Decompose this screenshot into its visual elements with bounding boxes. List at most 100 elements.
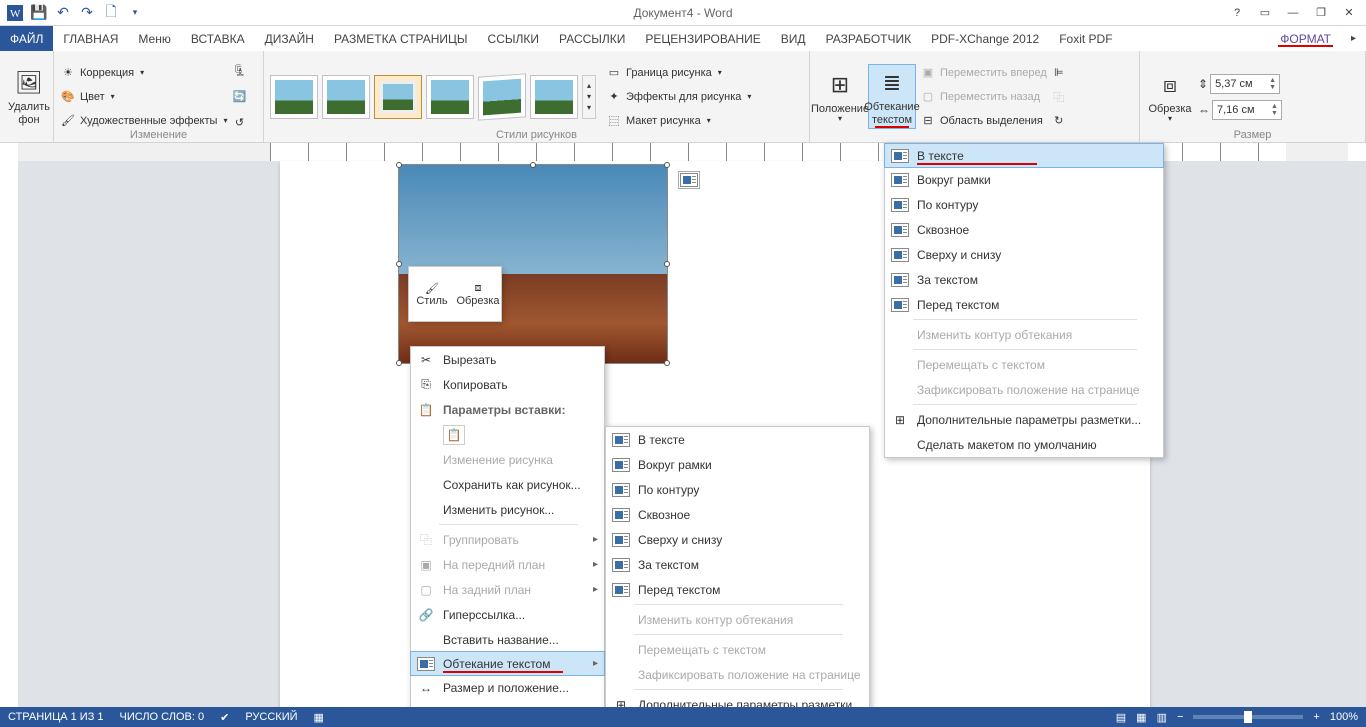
zoom-out-icon[interactable]: − xyxy=(1177,711,1183,723)
ribbon-wrap-square[interactable]: Вокруг рамки xyxy=(885,167,1163,192)
position-button[interactable]: ⊞ Положение ▾ xyxy=(816,67,864,126)
status-page[interactable]: СТРАНИЦА 1 ИЗ 1 xyxy=(8,711,104,723)
tab-review[interactable]: РЕЦЕНЗИРОВАНИЕ xyxy=(635,26,770,51)
picture-style-6[interactable] xyxy=(530,75,578,119)
vertical-ruler[interactable] xyxy=(0,161,18,708)
corrections-button[interactable]: ☀Коррекция▾ xyxy=(60,62,227,84)
bring-forward-button[interactable]: ▣Переместить вперед xyxy=(920,62,1047,84)
styles-more-icon[interactable]: ▾ xyxy=(587,103,591,112)
status-macro-icon[interactable]: ▦ xyxy=(314,711,324,724)
tab-home[interactable]: ГЛАВНАЯ xyxy=(53,26,128,51)
word-app-icon[interactable]: W xyxy=(4,2,26,24)
group-button[interactable]: ⿻ xyxy=(1051,86,1067,108)
spin-up-icon[interactable]: ▲ xyxy=(1265,77,1279,84)
wrap-text-button[interactable]: ≣ Обтекание текстом xyxy=(868,64,916,128)
zoom-in-icon[interactable]: + xyxy=(1313,711,1319,723)
ctx-save_pic[interactable]: Сохранить как рисунок... xyxy=(411,472,604,497)
submenu-arrow-icon: ▸ xyxy=(593,559,598,570)
tab-pdf-xchange[interactable]: PDF-XChange 2012 xyxy=(921,26,1049,51)
ribbon-wrap-behind[interactable]: За текстом xyxy=(885,267,1163,292)
undo-icon[interactable]: ↶ xyxy=(52,2,74,24)
selection-pane-button[interactable]: ⊟Область выделения xyxy=(920,110,1047,132)
color-button[interactable]: 🎨Цвет▾ xyxy=(60,86,227,108)
crop-button[interactable]: ⧈ Обрезка ▾ xyxy=(1146,67,1194,126)
tab-format[interactable]: ФОРМАТ xyxy=(1270,26,1341,51)
redo-icon[interactable]: ↷ xyxy=(76,2,98,24)
view-web-icon[interactable]: ▥ xyxy=(1157,711,1167,724)
tab-overflow-icon[interactable]: ▸ xyxy=(1341,26,1366,51)
view-read-icon[interactable]: ▤ xyxy=(1116,711,1126,724)
wrap-sub-front[interactable]: Перед текстом xyxy=(606,577,869,602)
tab-foxit[interactable]: Foxit PDF xyxy=(1049,26,1122,51)
wrap-sub-topbot[interactable]: Сверху и снизу xyxy=(606,527,869,552)
tab-insert[interactable]: ВСТАВКА xyxy=(181,26,255,51)
ctx-cut[interactable]: ✂Вырезать xyxy=(411,347,604,372)
wrap-sub-through[interactable]: Сквозное xyxy=(606,502,869,527)
tab-mailings[interactable]: РАССЫЛКИ xyxy=(549,26,635,51)
ribbon-wrap-default[interactable]: Сделать макетом по умолчанию xyxy=(885,432,1163,457)
rotate-button[interactable]: ↻ xyxy=(1051,110,1067,132)
remove-background-button[interactable]: 🖼 Удалить фон xyxy=(6,65,52,127)
save-icon[interactable]: 💾 xyxy=(28,2,50,24)
ctx-sizepos[interactable]: ↔Размер и положение... xyxy=(411,675,604,700)
mini-style-button[interactable]: 🖌Стиль xyxy=(409,267,455,321)
send-backward-button[interactable]: ▢Переместить назад xyxy=(920,86,1047,108)
ctx-edit_pic[interactable]: Изменить рисунок... xyxy=(411,497,604,522)
ribbon-wrap-more[interactable]: ⊞Дополнительные параметры разметки... xyxy=(885,407,1163,432)
change-picture-button[interactable]: 🔄 xyxy=(231,86,247,108)
view-print-icon[interactable]: ▦ xyxy=(1136,711,1146,724)
spin-down-icon[interactable]: ▼ xyxy=(1267,110,1281,117)
picture-style-2[interactable] xyxy=(322,75,370,119)
zoom-level[interactable]: 100% xyxy=(1330,711,1358,723)
paste-option-icon[interactable]: 📋 xyxy=(411,422,604,447)
styles-scroll-up-icon[interactable]: ▴ xyxy=(587,81,591,90)
tab-developer[interactable]: РАЗРАБОТЧИК xyxy=(816,26,922,51)
tab-menu[interactable]: Меню xyxy=(128,26,180,51)
close-icon[interactable]: ✕ xyxy=(1336,2,1362,24)
spin-down-icon[interactable]: ▼ xyxy=(1265,84,1279,91)
qat-customize-icon[interactable]: ▾ xyxy=(124,2,146,24)
compress-button[interactable]: 🗜 xyxy=(231,60,247,82)
ribbon-wrap-tight[interactable]: По контуру xyxy=(885,192,1163,217)
picture-style-5[interactable] xyxy=(478,73,526,120)
height-input[interactable]: 5,37 см▲▼ xyxy=(1210,74,1280,94)
picture-border-button[interactable]: ▭Граница рисунка▾ xyxy=(606,62,751,84)
styles-scroll-down-icon[interactable]: ▾ xyxy=(587,92,591,101)
tab-design[interactable]: ДИЗАЙН xyxy=(255,26,324,51)
help-icon[interactable]: ? xyxy=(1224,2,1250,24)
selected-picture[interactable] xyxy=(398,164,668,364)
tab-references[interactable]: ССЫЛКИ xyxy=(478,26,549,51)
tab-layout[interactable]: РАЗМЕТКА СТРАНИЦЫ xyxy=(324,26,478,51)
zoom-slider[interactable] xyxy=(1193,715,1303,719)
ctx-caption[interactable]: Вставить название... xyxy=(411,627,604,652)
ribbon-wrap-through[interactable]: Сквозное xyxy=(885,217,1163,242)
tab-view[interactable]: ВИД xyxy=(771,26,816,51)
ctx-wrap[interactable]: Обтекание текстом▸ xyxy=(410,651,605,676)
mini-crop-button[interactable]: ⧈Обрезка xyxy=(455,267,501,321)
ribbon-options-icon[interactable]: ▭ xyxy=(1252,2,1278,24)
status-words[interactable]: ЧИСЛО СЛОВ: 0 xyxy=(120,711,205,723)
picture-effects-button[interactable]: ✦Эффекты для рисунка▾ xyxy=(606,86,751,108)
layout-options-icon[interactable] xyxy=(678,171,700,189)
width-input[interactable]: 7,16 см▲▼ xyxy=(1212,100,1282,120)
wrap-sub-inline[interactable]: В тексте xyxy=(606,427,869,452)
minimize-icon[interactable]: — xyxy=(1280,2,1306,24)
ribbon-wrap-topbot[interactable]: Сверху и снизу xyxy=(885,242,1163,267)
picture-style-3[interactable] xyxy=(374,75,422,119)
wrap-sub-tight[interactable]: По контуру xyxy=(606,477,869,502)
ribbon-wrap-front[interactable]: Перед текстом xyxy=(885,292,1163,317)
status-proofing-icon[interactable]: ✔ xyxy=(220,711,229,724)
ctx-hyperlink[interactable]: 🔗Гиперссылка... xyxy=(411,602,604,627)
status-language[interactable]: РУССКИЙ xyxy=(245,711,297,723)
picture-style-1[interactable] xyxy=(270,75,318,119)
spin-up-icon[interactable]: ▲ xyxy=(1267,103,1281,110)
tab-file[interactable]: ФАЙЛ xyxy=(0,26,53,51)
ctx-copy[interactable]: ⎘Копировать xyxy=(411,372,604,397)
picture-style-4[interactable] xyxy=(426,75,474,119)
new-document-icon[interactable]: 🗋 xyxy=(100,2,122,24)
ribbon-wrap-inline[interactable]: В тексте xyxy=(884,143,1164,168)
restore-icon[interactable]: ❐ xyxy=(1308,2,1334,24)
wrap-sub-square[interactable]: Вокруг рамки xyxy=(606,452,869,477)
align-button[interactable]: ⊫ xyxy=(1051,62,1067,84)
wrap-sub-behind[interactable]: За текстом xyxy=(606,552,869,577)
